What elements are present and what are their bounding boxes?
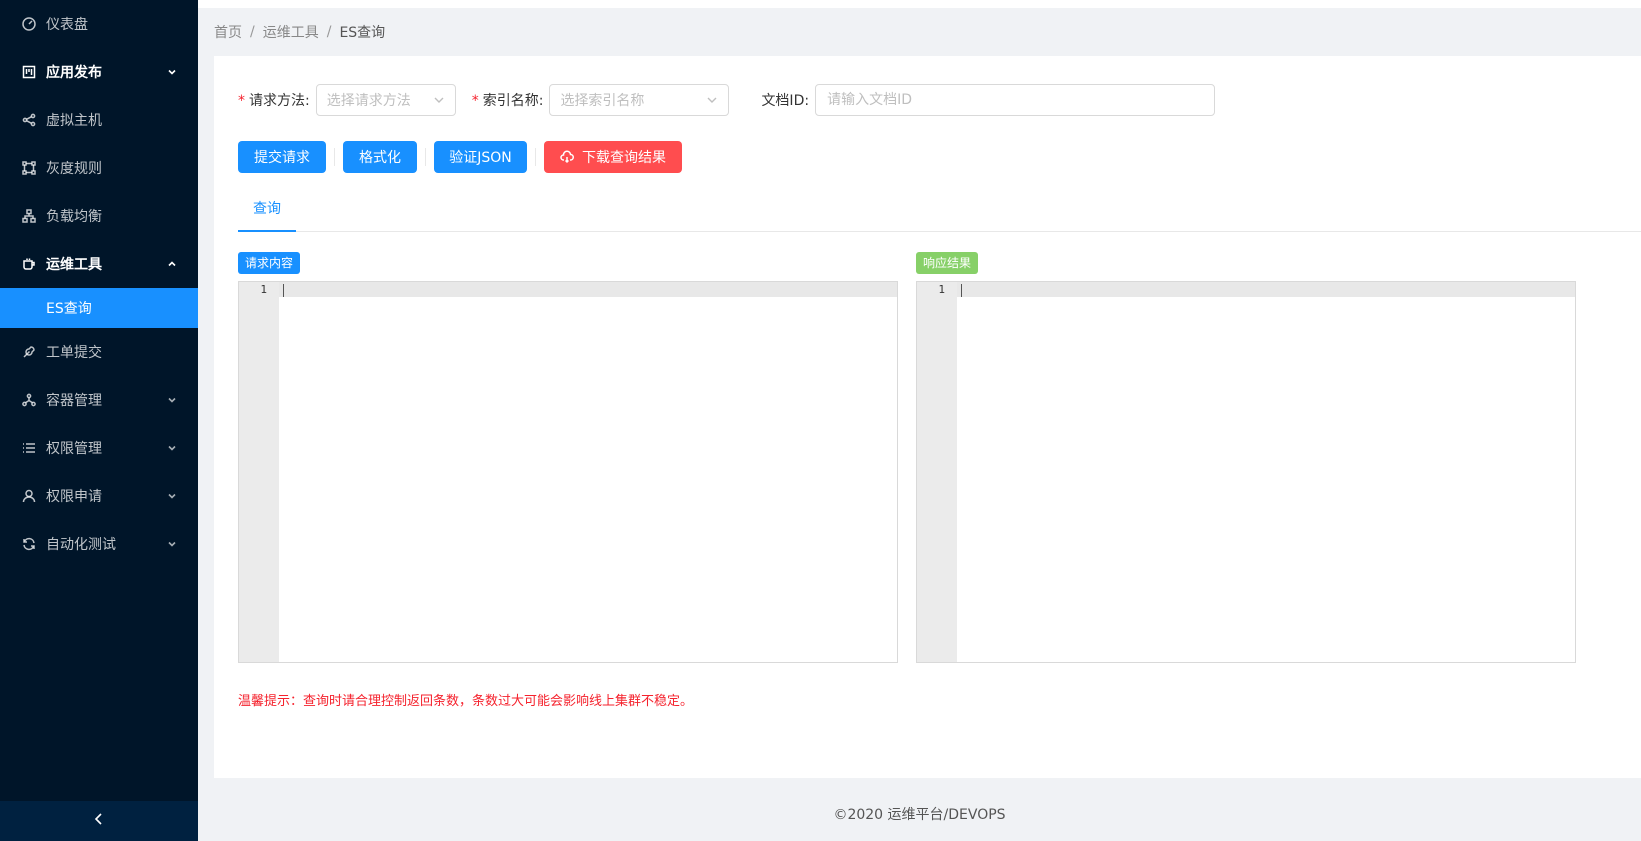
divider bbox=[535, 148, 536, 166]
tool-icon bbox=[22, 345, 36, 359]
menu-item-auto-test[interactable]: 自动化测试 bbox=[0, 520, 198, 568]
menu-label: 虚拟主机 bbox=[46, 113, 102, 129]
text-cursor bbox=[961, 284, 962, 297]
menu-label: 自动化测试 bbox=[46, 537, 116, 553]
line-gutter bbox=[917, 282, 957, 662]
method-select[interactable]: 选择请求方法 bbox=[315, 84, 456, 116]
line-number: 1 bbox=[260, 283, 267, 296]
content-panel: *请求方法: 选择请求方法 *索引名称: 选择索引名称 文档ID: 提交请求 格… bbox=[214, 56, 1641, 778]
tab-query[interactable]: 查询 bbox=[238, 196, 296, 232]
validate-json-button[interactable]: 验证JSON bbox=[434, 141, 527, 173]
index-select[interactable]: 选择索引名称 bbox=[549, 84, 730, 116]
index-select-placeholder: 选择索引名称 bbox=[560, 93, 645, 109]
action-buttons: 提交请求 格式化 验证JSON 下载查询结果 bbox=[238, 141, 682, 173]
submenu-item-es-query[interactable]: ES查询 bbox=[0, 288, 198, 328]
share-icon bbox=[22, 113, 36, 127]
chevron-down-icon bbox=[166, 538, 178, 550]
footer-copyright: ©2020 运维平台/DEVOPS bbox=[833, 807, 1006, 823]
method-label: * 请求方法: bbox=[238, 93, 310, 109]
response-result-tag: 响应结果 bbox=[916, 252, 979, 274]
user-icon bbox=[22, 489, 36, 503]
menu-label: 权限申请 bbox=[46, 489, 102, 505]
menu-item-ticket-submit[interactable]: 工单提交 bbox=[0, 328, 198, 376]
chevron-down-icon bbox=[166, 442, 178, 454]
deployment-icon bbox=[22, 393, 36, 407]
gateway-icon bbox=[22, 161, 36, 175]
chevron-down-icon bbox=[166, 66, 178, 78]
menu-label: 负载均衡 bbox=[46, 209, 102, 225]
menu-label: 运维工具 bbox=[46, 257, 102, 273]
breadcrumb-ops-tools[interactable]: 运维工具 bbox=[263, 22, 319, 42]
menu-item-dashboard[interactable]: 仪表盘 bbox=[0, 0, 198, 48]
method-select-placeholder: 选择请求方法 bbox=[326, 93, 411, 109]
query-form: * 请求方法: 选择请求方法 * 索引名称: 选择索引名称 文档ID: bbox=[238, 84, 1216, 116]
download-results-label: 下载查询结果 bbox=[582, 150, 666, 166]
download-results-button[interactable]: 下载查询结果 bbox=[544, 141, 682, 173]
warning-hint: 温馨提示：查询时请合理控制返回条数，条数过大可能会影响线上集群不稳定。 bbox=[238, 694, 694, 709]
breadcrumb-home[interactable]: 首页 bbox=[214, 22, 242, 42]
submit-request-button[interactable]: 提交请求 bbox=[238, 141, 326, 173]
project-icon bbox=[22, 65, 36, 79]
tab-bar: 查询 bbox=[238, 196, 1641, 232]
chevron-down-icon bbox=[706, 94, 718, 106]
breadcrumb-current: ES查询 bbox=[339, 25, 386, 41]
breadcrumb-separator: / bbox=[326, 24, 332, 40]
divider bbox=[425, 148, 426, 166]
request-editor[interactable]: 1 bbox=[238, 281, 898, 663]
menu-label: 权限管理 bbox=[46, 441, 102, 457]
response-editor[interactable]: 1 bbox=[916, 281, 1576, 663]
index-label: * 索引名称: bbox=[471, 93, 544, 109]
menu-label: 工单提交 bbox=[46, 345, 102, 361]
divider bbox=[334, 148, 335, 166]
chevron-down-icon bbox=[166, 490, 178, 502]
main-area: 首页 / 运维工具 / ES查询 * 请求方法: 选择请求方法 * 索引名称: 选择… bbox=[198, 0, 1641, 841]
cloud-download-icon bbox=[560, 150, 574, 164]
menu-label: 灰度规则 bbox=[46, 161, 102, 177]
request-content-tag: 请求内容 bbox=[238, 252, 301, 274]
sync-icon bbox=[22, 537, 36, 551]
header-strip bbox=[198, 0, 1641, 8]
menu-item-app-release[interactable]: 应用发布 bbox=[0, 48, 198, 96]
menu-item-container-manage[interactable]: 容器管理 bbox=[0, 376, 198, 424]
dashboard-icon bbox=[22, 17, 36, 31]
doc-id-input[interactable] bbox=[815, 84, 1216, 116]
menu-item-gray-rules[interactable]: 灰度规则 bbox=[0, 144, 198, 192]
left-arrow-icon bbox=[92, 812, 106, 830]
sidebar: 仪表盘 应用发布 虚拟主机 灰度规则 负载均衡 运维工具 ES查询 工单提交 容… bbox=[0, 0, 198, 841]
text-cursor bbox=[283, 284, 284, 297]
menu-item-load-balance[interactable]: 负载均衡 bbox=[0, 192, 198, 240]
menu-label: 仪表盘 bbox=[46, 17, 88, 33]
menu-label: 应用发布 bbox=[46, 65, 102, 81]
active-line-highlight bbox=[917, 282, 1575, 297]
cluster-icon bbox=[22, 209, 36, 223]
chevron-up-icon bbox=[166, 258, 178, 270]
active-line-highlight bbox=[239, 282, 897, 297]
sidebar-collapse-button[interactable] bbox=[0, 801, 198, 841]
menu-item-ops-tools[interactable]: 运维工具 bbox=[0, 240, 198, 288]
line-gutter bbox=[239, 282, 279, 662]
format-button[interactable]: 格式化 bbox=[343, 141, 417, 173]
menu-item-virtual-host[interactable]: 虚拟主机 bbox=[0, 96, 198, 144]
list-icon bbox=[22, 441, 36, 455]
tool-cup-icon bbox=[22, 257, 36, 271]
line-number: 1 bbox=[938, 283, 945, 296]
menu-label: ES查询 bbox=[46, 301, 92, 317]
menu-label: 容器管理 bbox=[46, 393, 102, 409]
doc-id-label: 文档ID: bbox=[761, 93, 810, 109]
menu-item-permission-apply[interactable]: 权限申请 bbox=[0, 472, 198, 520]
breadcrumb: 首页 / 运维工具 / ES查询 bbox=[214, 22, 385, 42]
breadcrumb-separator: / bbox=[250, 24, 255, 40]
menu-item-permission-manage[interactable]: 权限管理 bbox=[0, 424, 198, 472]
chevron-down-icon bbox=[433, 94, 445, 106]
chevron-down-icon bbox=[166, 394, 178, 406]
